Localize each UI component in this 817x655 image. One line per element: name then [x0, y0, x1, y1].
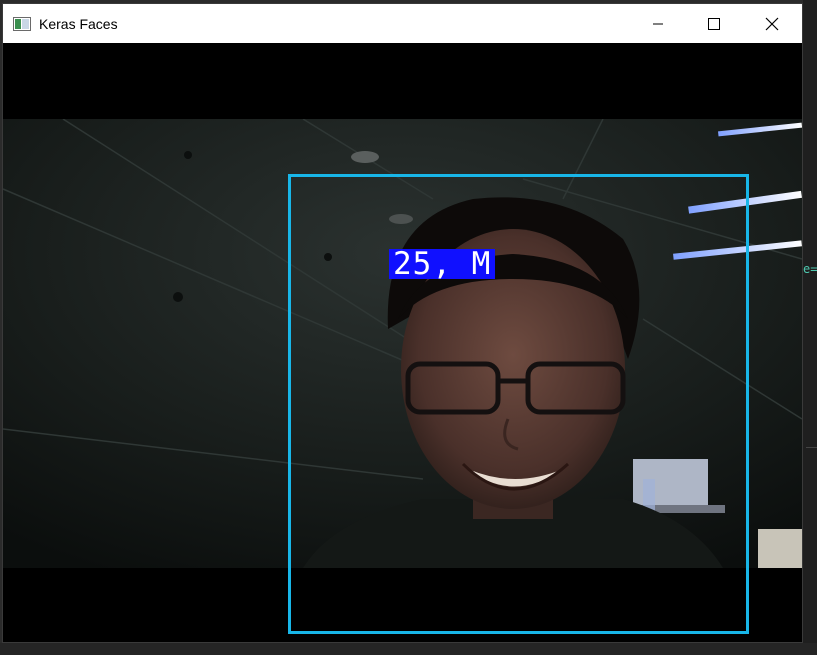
- minimize-icon: [653, 23, 663, 24]
- keras-faces-window: Keras Faces 25, M: [2, 3, 803, 643]
- title-bar[interactable]: Keras Faces: [3, 4, 802, 43]
- face-detection-box: [288, 174, 749, 634]
- background-code-fragment: e=: [803, 262, 817, 276]
- camera-viewport: 25, M: [3, 43, 802, 642]
- maximize-button[interactable]: [691, 4, 737, 43]
- close-button[interactable]: [749, 4, 795, 43]
- window-title: Keras Faces: [39, 15, 118, 32]
- background-editor-edge: [803, 0, 817, 655]
- maximize-icon: [708, 17, 720, 30]
- background-taskbar-edge: [0, 643, 817, 655]
- window-app-icon: [13, 16, 31, 31]
- close-icon: [765, 17, 779, 30]
- age-gender-label: 25, M: [389, 249, 496, 280]
- background-divider: [806, 447, 817, 448]
- minimize-button[interactable]: [635, 4, 681, 43]
